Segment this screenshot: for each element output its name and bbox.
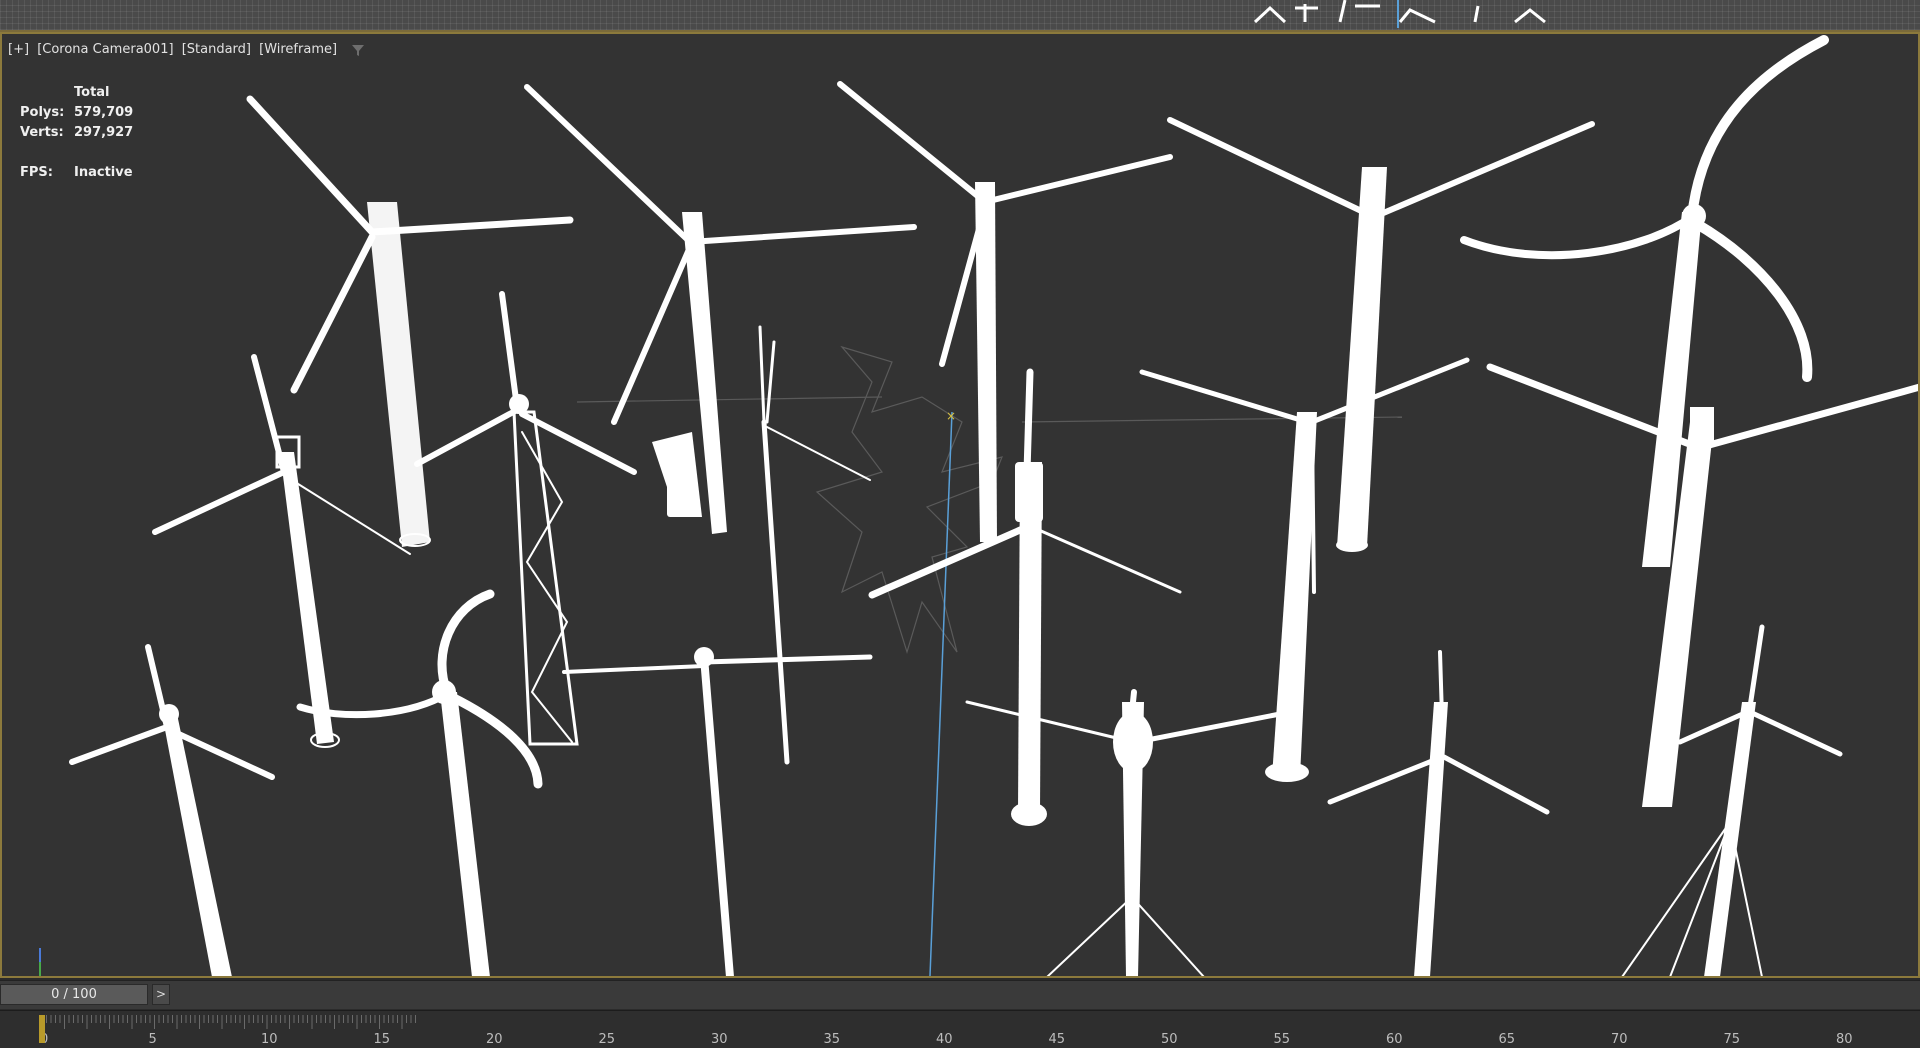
world-axis-gizmo xyxy=(39,948,41,976)
fps-label: FPS: xyxy=(20,164,53,180)
time-slider-thumb[interactable]: 0 / 100 xyxy=(0,984,148,1005)
track-tick-label: 45 xyxy=(1049,1032,1066,1047)
top-viewport-strip[interactable] xyxy=(0,0,1920,32)
turbine-h xyxy=(758,325,871,765)
track-tick-label: 20 xyxy=(486,1032,503,1047)
statistics-overlay: Total Polys: 579,709 Verts: 297,927 FPS: In… xyxy=(20,82,133,182)
track-tick-label: 55 xyxy=(1274,1032,1291,1047)
track-tick-label: 75 xyxy=(1724,1032,1741,1047)
turbine-b xyxy=(524,84,917,534)
track-tick-label: 10 xyxy=(261,1032,278,1047)
turbine-m xyxy=(296,589,543,976)
track-tick-label: 15 xyxy=(374,1032,391,1047)
turbine-f xyxy=(152,354,411,748)
polys-label: Polys: xyxy=(20,104,65,120)
camera-target-line xyxy=(929,411,953,976)
turbine-c xyxy=(837,81,1173,542)
track-tick-label: 35 xyxy=(824,1032,841,1047)
viewport-shading-style-menu[interactable]: [Standard] xyxy=(182,42,251,57)
turbine-d xyxy=(1167,117,1595,552)
track-tick-label: 80 xyxy=(1836,1032,1853,1047)
track-tick-label: 25 xyxy=(599,1032,616,1047)
track-tick-label: 60 xyxy=(1386,1032,1403,1047)
turbine-models xyxy=(69,35,1918,976)
polys-value: 579,709 xyxy=(74,104,134,120)
viewport-label-menu[interactable]: [+] [Corona Camera001] [Standard] [Wiref… xyxy=(8,42,365,57)
stats-header: Total xyxy=(74,84,110,100)
viewport-camera-menu[interactable]: [Corona Camera001] xyxy=(37,42,173,57)
wireframe-scene[interactable]: × xyxy=(2,34,1918,976)
track-bar[interactable]: 05101520253035404550556065707580 xyxy=(0,1010,1920,1048)
track-tick-label: 65 xyxy=(1499,1032,1516,1047)
track-tick-label: 30 xyxy=(711,1032,728,1047)
fps-value: Inactive xyxy=(74,164,133,180)
track-tick-label: 40 xyxy=(936,1032,953,1047)
track-bar-ruler: 05101520253035404550556065707580 xyxy=(39,1015,1853,1047)
viewport-display-mode-menu[interactable]: [Wireframe] xyxy=(259,42,337,57)
verts-label: Verts: xyxy=(20,124,64,140)
turbine-n xyxy=(562,647,873,976)
turbine-p xyxy=(1327,650,1550,976)
turbine-e xyxy=(1460,35,1829,567)
viewport-general-menu[interactable]: [+] xyxy=(8,42,29,57)
track-tick-label: 50 xyxy=(1161,1032,1178,1047)
turbine-j xyxy=(1139,357,1470,782)
track-tick-label: 5 xyxy=(149,1032,157,1047)
time-slider-bar: 0 / 100 > xyxy=(0,980,1920,1009)
top-viewport-geometry xyxy=(1253,0,1546,28)
turbine-k xyxy=(1486,363,1918,807)
turbine-a xyxy=(246,95,574,547)
verts-value: 297,927 xyxy=(74,124,134,140)
track-tick-label: 70 xyxy=(1611,1032,1628,1047)
filter-icon[interactable] xyxy=(351,43,365,57)
next-frame-button[interactable]: > xyxy=(152,984,170,1005)
camera-viewport[interactable]: [+] [Corona Camera001] [Standard] [Wiref… xyxy=(0,32,1920,978)
turbine-o xyxy=(965,689,1283,976)
current-frame-marker xyxy=(39,1015,45,1043)
turbine-g xyxy=(414,291,637,746)
svg-text:×: × xyxy=(946,409,956,423)
turbine-l xyxy=(69,644,275,976)
